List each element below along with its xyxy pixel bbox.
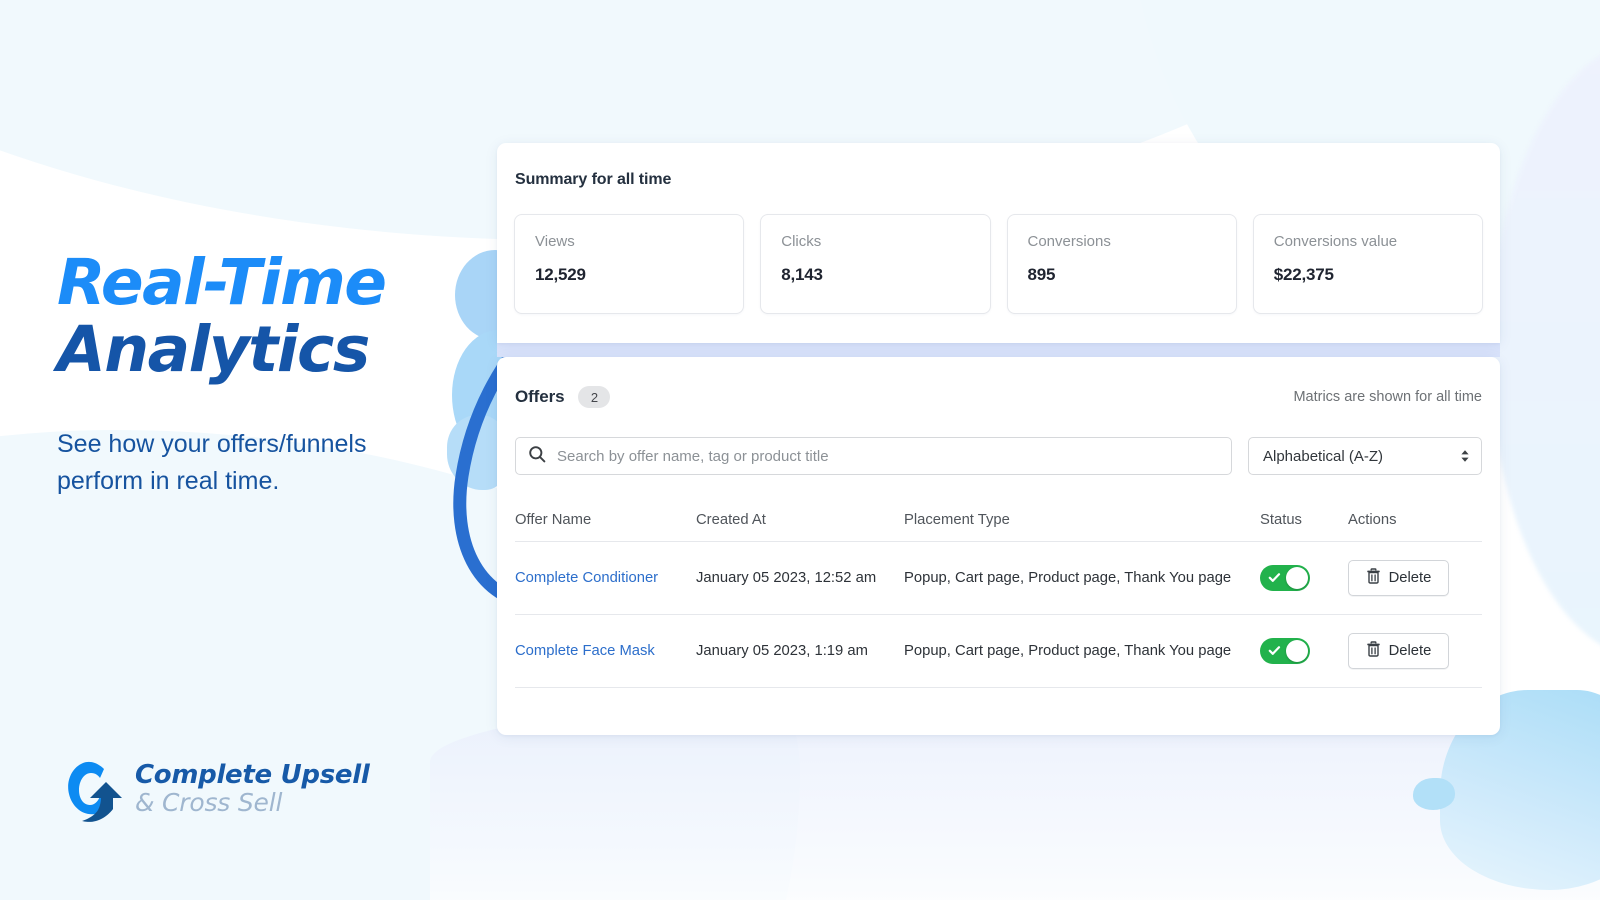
stat-label: Conversions (1028, 234, 1216, 249)
column-header-actions: Actions (1348, 512, 1482, 528)
check-icon (1268, 644, 1281, 661)
offer-name-link[interactable]: Complete Conditioner (515, 570, 658, 586)
offers-filter-row: Alphabetical (A-Z) (515, 437, 1482, 475)
offer-name-cell: Complete Face Mask (515, 643, 696, 659)
stat-card-clicks: Clicks 8,143 (760, 214, 990, 314)
offer-placement-cell: Popup, Cart page, Product page, Thank Yo… (904, 570, 1260, 586)
table-bottom-divider (515, 687, 1482, 688)
chevron-updown-icon (1460, 449, 1470, 463)
offer-actions-cell: Delete (1348, 633, 1482, 669)
sort-selected-value: Alphabetical (A-Z) (1263, 448, 1383, 465)
offers-header: Offers 2 Matrics are shown for all time (515, 386, 1482, 408)
table-row: Complete Conditioner January 05 2023, 12… (515, 541, 1482, 614)
column-header-status: Status (1260, 512, 1348, 528)
blob-bottom-right-small (1413, 778, 1455, 810)
promo-screenshot: Real-Time Analytics See how your offers/… (0, 0, 1600, 900)
metrics-note: Matrics are shown for all time (1293, 389, 1482, 405)
stat-value: $22,375 (1274, 265, 1462, 285)
toggle-knob (1286, 567, 1308, 589)
summary-title: Summary for all time (515, 171, 671, 189)
search-icon (528, 445, 546, 468)
offer-name-cell: Complete Conditioner (515, 570, 696, 586)
blob-right-lavender (1490, 40, 1600, 660)
brand-name-line-1: Complete Upsell (135, 761, 369, 789)
stat-label: Clicks (781, 234, 969, 249)
delete-button[interactable]: Delete (1348, 633, 1449, 669)
summary-stat-row: Views 12,529 Clicks 8,143 Conversions 89… (514, 214, 1483, 314)
trash-icon (1366, 568, 1381, 588)
trash-icon (1366, 641, 1381, 661)
sort-select[interactable]: Alphabetical (A-Z) (1248, 437, 1482, 475)
stat-card-conversions-value: Conversions value $22,375 (1253, 214, 1483, 314)
delete-button[interactable]: Delete (1348, 560, 1449, 596)
search-input[interactable] (557, 438, 1219, 474)
status-toggle[interactable] (1260, 565, 1310, 591)
status-toggle[interactable] (1260, 638, 1310, 664)
marketing-copy: Real-Time Analytics See how your offers/… (57, 250, 457, 501)
delete-button-label: Delete (1389, 570, 1432, 586)
table-row: Complete Face Mask January 05 2023, 1:19… (515, 614, 1482, 687)
offers-table: Offer Name Created At Placement Type Sta… (515, 499, 1482, 688)
panel-gap-band (497, 343, 1500, 357)
circular-arrow-c-logo-icon (60, 752, 122, 824)
offers-count-badge: 2 (578, 386, 610, 408)
offers-title: Offers (515, 387, 564, 407)
headline-line-1: Real-Time (57, 250, 457, 317)
stat-value: 895 (1028, 265, 1216, 285)
headline-line-2: Analytics (57, 317, 457, 384)
check-icon (1268, 571, 1281, 588)
summary-panel: Summary for all time Views 12,529 Clicks… (497, 143, 1500, 343)
column-header-created-at: Created At (696, 512, 904, 528)
delete-button-label: Delete (1389, 643, 1432, 659)
offer-status-cell (1260, 565, 1348, 591)
offer-status-cell (1260, 638, 1348, 664)
brand-name-line-2: & Cross Sell (135, 789, 369, 818)
stat-card-conversions: Conversions 895 (1007, 214, 1237, 314)
search-box[interactable] (515, 437, 1232, 475)
stat-card-views: Views 12,529 (514, 214, 744, 314)
column-header-placement-type: Placement Type (904, 512, 1260, 528)
table-header-row: Offer Name Created At Placement Type Sta… (515, 499, 1482, 541)
toggle-knob (1286, 640, 1308, 662)
page-title: Real-Time Analytics (57, 250, 457, 384)
brand-name: Complete Upsell & Cross Sell (135, 759, 369, 818)
offer-placement-cell: Popup, Cart page, Product page, Thank Yo… (904, 643, 1260, 659)
stat-label: Views (535, 234, 723, 249)
offers-panel: Offers 2 Matrics are shown for all time … (497, 357, 1500, 735)
offer-actions-cell: Delete (1348, 560, 1482, 596)
stat-value: 12,529 (535, 265, 723, 285)
stat-value: 8,143 (781, 265, 969, 285)
offer-created-at-cell: January 05 2023, 12:52 am (696, 570, 904, 586)
brand-logo: Complete Upsell & Cross Sell (60, 752, 369, 824)
stat-label: Conversions value (1274, 234, 1462, 249)
offer-created-at-cell: January 05 2023, 1:19 am (696, 643, 904, 659)
marketing-subline: See how your offers/funnels perform in r… (57, 426, 457, 501)
column-header-offer-name: Offer Name (515, 512, 696, 528)
offer-name-link[interactable]: Complete Face Mask (515, 643, 655, 659)
